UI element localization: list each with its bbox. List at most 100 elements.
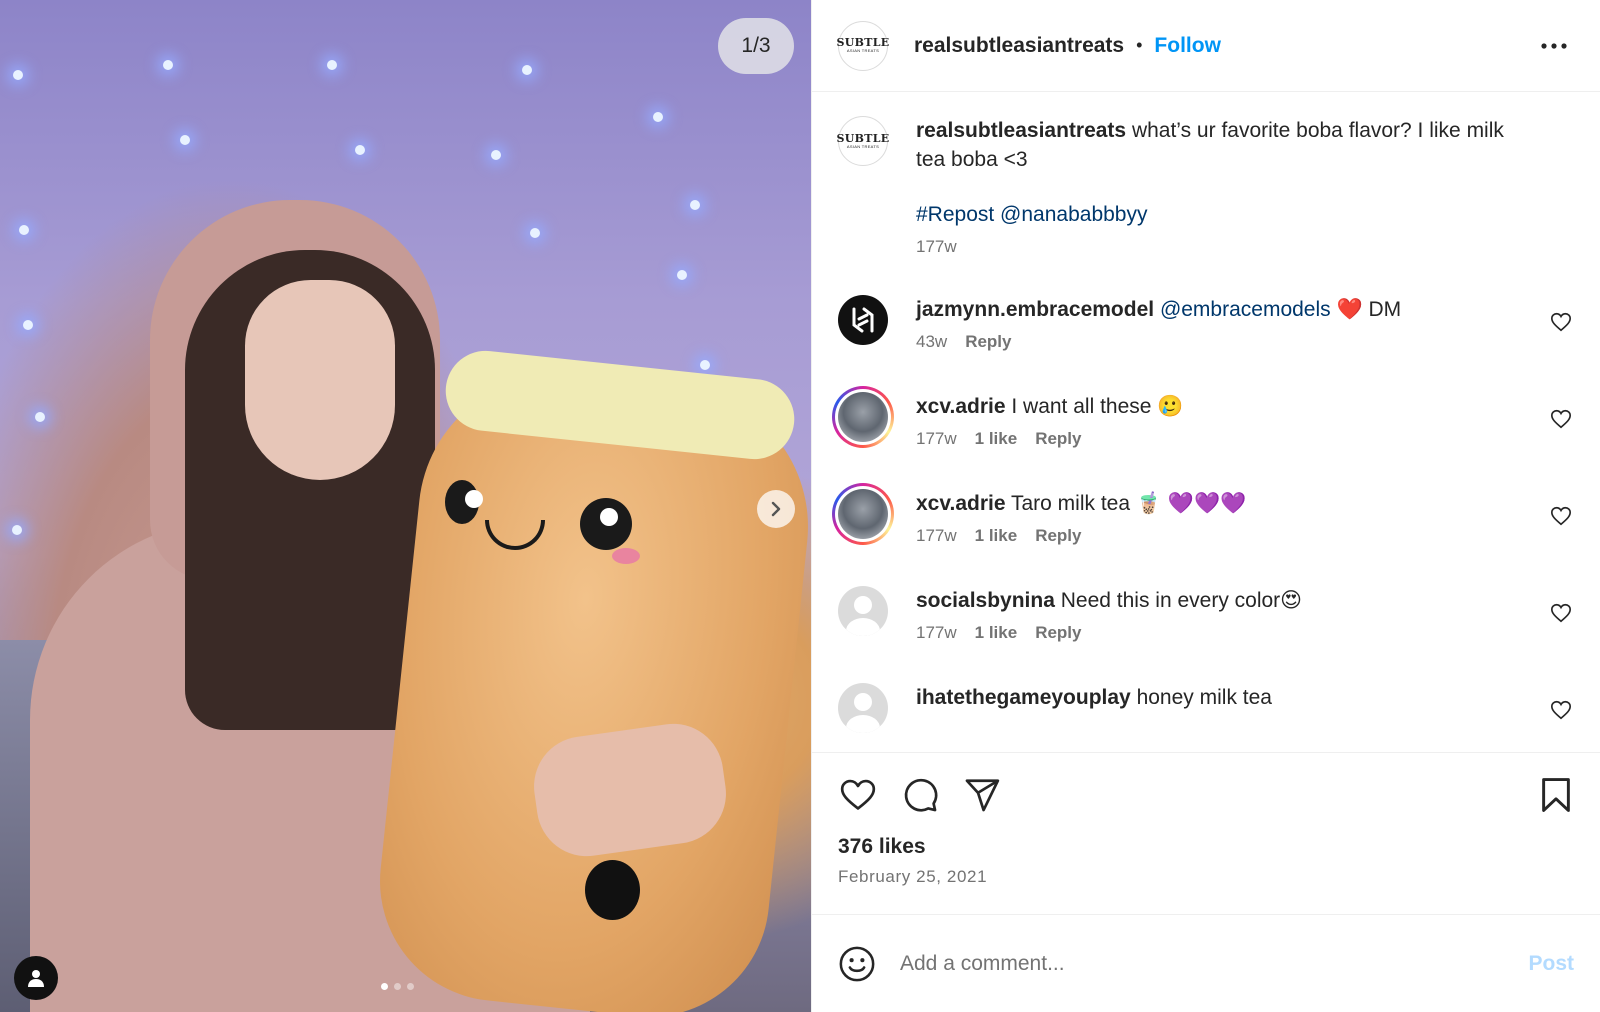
boba-plush	[368, 361, 811, 1012]
like-comment-heart-icon[interactable]	[1550, 699, 1572, 721]
default-avatar-icon	[838, 683, 888, 733]
slide-indicator	[381, 983, 414, 990]
fairy-light	[530, 228, 540, 238]
plush-eye-left	[445, 480, 483, 524]
fairy-light	[327, 60, 337, 70]
avatar-brand-text: SUBTLE	[836, 36, 890, 49]
comment-composer: Post	[812, 914, 1600, 1012]
comment-meta: 177w 1 like Reply	[916, 526, 1534, 546]
fairy-light	[700, 360, 710, 370]
comment-text: ❤️ DM	[1336, 298, 1402, 321]
commenter-avatar[interactable]	[832, 483, 894, 545]
fairy-light	[163, 60, 173, 70]
follow-button[interactable]: Follow	[1154, 34, 1221, 58]
fairy-light	[23, 320, 33, 330]
slide-dot	[381, 983, 388, 990]
comment-text: I want all these 🥲	[1011, 395, 1184, 418]
fairy-light	[180, 135, 190, 145]
reply-button[interactable]: Reply	[965, 332, 1011, 352]
commenter-avatar[interactable]	[832, 386, 894, 448]
comment-likes[interactable]: 1 like	[975, 526, 1018, 546]
likes-count[interactable]: 376 likes	[838, 835, 1576, 859]
person-icon	[28, 970, 44, 987]
comment-time[interactable]: 177w	[916, 526, 957, 546]
bookmark-icon	[1542, 778, 1570, 812]
post-header: SUBTLE ASIAN TREATS realsubtleasiantreat…	[812, 0, 1600, 92]
reply-button[interactable]: Reply	[1035, 623, 1081, 643]
commenter-avatar[interactable]	[838, 683, 888, 733]
comment-text-line: xcv.adrie I want all these 🥲	[916, 392, 1534, 421]
comment-mention[interactable]: @embracemodels	[1160, 298, 1331, 321]
post-date[interactable]: February 25, 2021	[838, 867, 1576, 887]
like-comment-heart-icon[interactable]	[1550, 505, 1572, 527]
tagged-people-button[interactable]	[14, 956, 58, 1000]
comment-input[interactable]	[900, 951, 1529, 976]
comment-meta: 43w Reply	[916, 332, 1534, 352]
separator-dot: •	[1136, 35, 1143, 55]
default-avatar-icon	[838, 586, 888, 636]
author-avatar[interactable]: SUBTLE ASIAN TREATS	[836, 20, 890, 71]
comment-text-line: ihatethegameyouplay honey milk tea	[916, 683, 1534, 712]
author-username[interactable]: realsubtleasiantreats	[914, 34, 1124, 58]
plush-pearl	[585, 860, 640, 920]
fairy-light	[35, 412, 45, 422]
comment-meta: 177w 1 like Reply	[916, 623, 1534, 643]
slide-counter: 1/3	[718, 18, 794, 74]
like-comment-heart-icon[interactable]	[1550, 408, 1572, 430]
avatar-brand-subtext: ASIAN TREATS	[846, 143, 880, 149]
comment-item: jazmynn.embracemodel @embracemodels ❤️ D…	[838, 295, 1574, 352]
post-media[interactable]: 1/3	[0, 0, 811, 1012]
comment-username[interactable]: xcv.adrie	[916, 395, 1006, 418]
caption-username[interactable]: realsubtleasiantreats	[916, 119, 1126, 142]
comment-time[interactable]: 177w	[916, 623, 957, 643]
comment-time[interactable]: 177w	[916, 429, 957, 449]
more-options-button[interactable]	[1534, 26, 1574, 66]
comment-button[interactable]	[900, 775, 940, 815]
comments-list[interactable]: SUBTLE ASIAN TREATS realsubtleasiantreat…	[812, 92, 1600, 752]
fairy-light	[690, 200, 700, 210]
caption-avatar[interactable]: SUBTLE ASIAN TREATS	[836, 116, 890, 166]
like-button[interactable]	[838, 775, 878, 815]
fairy-light	[19, 225, 29, 235]
comment-likes[interactable]: 1 like	[975, 623, 1018, 643]
emoji-icon[interactable]	[838, 945, 876, 983]
slide-dot	[394, 983, 401, 990]
face	[245, 280, 395, 480]
comment-text-line: jazmynn.embracemodel @embracemodels ❤️ D…	[916, 295, 1534, 324]
reply-button[interactable]: Reply	[1035, 429, 1081, 449]
like-comment-heart-icon[interactable]	[1550, 602, 1572, 624]
comment-username[interactable]: socialsbynina	[916, 589, 1055, 612]
avatar-brand-text: SUBTLE	[836, 131, 890, 145]
comment-username[interactable]: ihatethegameyouplay	[916, 686, 1131, 709]
fairy-light	[677, 270, 687, 280]
plush-eye-right	[580, 498, 632, 550]
comment-likes[interactable]: 1 like	[975, 429, 1018, 449]
avatar-photo	[838, 489, 888, 539]
comment-item: xcv.adrie Taro milk tea 🧋 💜💜💜 177w 1 lik…	[832, 483, 1574, 546]
post-comment-button[interactable]: Post	[1528, 952, 1574, 976]
action-bar	[838, 775, 1576, 815]
caption-meta: 177w	[916, 237, 1534, 257]
save-button[interactable]	[1536, 775, 1576, 815]
comment-text: Need this in every color😍	[1060, 589, 1303, 612]
comment-time[interactable]: 43w	[916, 332, 947, 352]
share-button[interactable]	[962, 775, 1002, 815]
fairy-light	[12, 525, 22, 535]
comment-item: xcv.adrie I want all these 🥲 177w 1 like…	[832, 386, 1574, 449]
reply-button[interactable]: Reply	[1035, 526, 1081, 546]
commenter-avatar[interactable]	[838, 295, 888, 345]
comment-text-line: socialsbynina Need this in every color😍	[916, 586, 1534, 615]
next-slide-button[interactable]	[757, 490, 795, 528]
avatar-brand-subtext: ASIAN TREATS	[846, 48, 880, 53]
caption-time[interactable]: 177w	[916, 237, 957, 257]
comment-text: honey milk tea	[1136, 686, 1272, 709]
fairy-light	[13, 70, 23, 80]
comment-username[interactable]: xcv.adrie	[916, 492, 1006, 515]
heart-icon	[840, 779, 876, 810]
commenter-avatar[interactable]	[838, 586, 888, 636]
comment-username[interactable]: jazmynn.embracemodel	[916, 298, 1154, 321]
fairy-light	[522, 65, 532, 75]
caption-hashtags[interactable]: #Repost @nanababbbyy	[916, 200, 1534, 229]
like-comment-heart-icon[interactable]	[1550, 311, 1572, 333]
slide-dot	[407, 983, 414, 990]
